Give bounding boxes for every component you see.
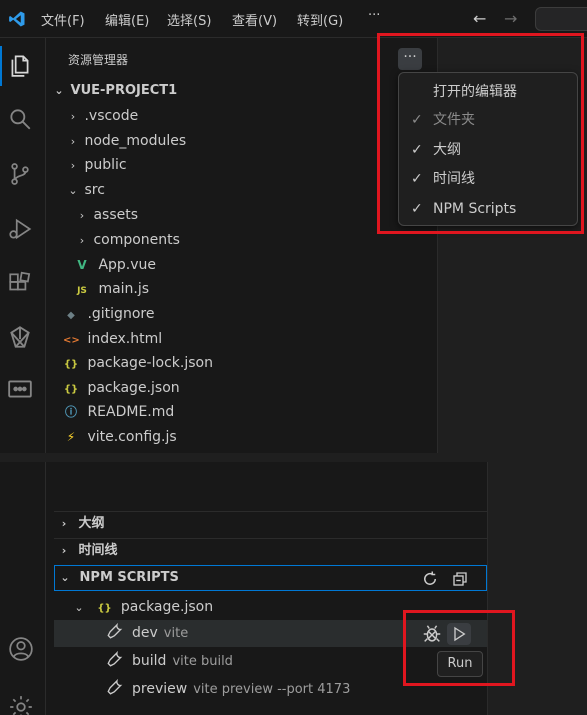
tree-item-label: node_modules (84, 133, 187, 149)
json-file-icon: {} (63, 359, 79, 370)
script-name: preview (132, 681, 188, 697)
menu-selection[interactable]: 选择(S) (167, 10, 211, 29)
js-file-icon: JS (77, 286, 87, 296)
command-center-input[interactable] (535, 7, 587, 31)
search-icon[interactable] (7, 106, 33, 132)
source-control-icon[interactable] (7, 161, 33, 187)
run-debug-icon[interactable] (7, 216, 33, 242)
wrench-icon (107, 622, 123, 639)
chevron-right-icon: › (79, 234, 85, 247)
script-name: build (132, 653, 167, 669)
git-file-icon: ◆ (67, 310, 75, 321)
tree-item[interactable]: › .vscode (66, 105, 138, 127)
tree-item-label: vite.config.js (87, 429, 177, 445)
tree-item-label: assets (93, 207, 139, 223)
tree-item[interactable]: V App.vue (74, 254, 156, 276)
script-command: vite (163, 626, 189, 641)
forward-arrow-icon[interactable]: → (504, 9, 517, 28)
tree-item[interactable]: › public (66, 154, 127, 176)
tree-item[interactable]: › assets (75, 204, 138, 226)
section-npm-scripts-header[interactable]: ⌄ NPM SCRIPTS (54, 565, 487, 591)
tree-item[interactable]: ◆ .gitignore (63, 303, 154, 325)
section-outline-header[interactable]: › 大纲 (54, 511, 487, 537)
tree-item[interactable]: ⚡ vite.config.js (63, 426, 177, 448)
tree-item-label: .gitignore (87, 306, 155, 322)
highlight-box (377, 33, 584, 234)
json-file-icon: {} (97, 603, 112, 614)
back-arrow-icon[interactable]: ← (473, 9, 486, 28)
menu-edit[interactable]: 编辑(E) (105, 10, 149, 29)
vue-file-icon: V (77, 258, 87, 272)
tree-item-label: public (84, 157, 127, 173)
chevron-right-icon: › (70, 110, 76, 123)
script-command: vite preview --port 4173 (193, 682, 351, 697)
menu-go[interactable]: 转到(G) (297, 10, 343, 29)
menu-file[interactable]: 文件(F) (41, 10, 85, 29)
menu-more-button[interactable]: ··· (368, 8, 380, 23)
extensions-icon[interactable] (7, 270, 33, 296)
workspace-root-label: VUE-PROJECT1 (70, 83, 178, 98)
refresh-icon[interactable] (421, 570, 439, 588)
vite-file-icon: ⚡ (66, 430, 76, 444)
activity-bar-lower (0, 462, 46, 715)
tree-item-label: main.js (98, 281, 150, 297)
chevron-down-icon: ⌄ (54, 84, 64, 97)
menu-view[interactable]: 查看(V) (232, 10, 277, 29)
tree-item[interactable]: JS main.js (74, 278, 149, 300)
workspace-root[interactable]: ⌄ VUE-PROJECT1 (52, 80, 177, 102)
wrench-icon (107, 650, 123, 667)
json-file-icon: {} (63, 384, 79, 395)
package-json-label: package.json (120, 599, 214, 615)
vscode-logo-icon (9, 11, 25, 27)
section-timeline-header[interactable]: › 时间线 (54, 538, 487, 564)
html-file-icon: <> (63, 335, 80, 346)
account-icon[interactable] (8, 636, 34, 662)
remote-explorer-icon[interactable] (7, 376, 33, 402)
tree-item-label: components (93, 232, 180, 248)
chevron-down-icon: ⌄ (68, 184, 78, 197)
chevron-right-icon: › (70, 135, 76, 148)
screenshot-separator (0, 453, 587, 462)
tree-item-label: App.vue (98, 257, 157, 273)
chevron-right-icon: › (70, 159, 76, 172)
tree-item-label: .vscode (84, 108, 139, 124)
script-name: dev (132, 625, 158, 641)
tree-item[interactable]: ⓘ README.md (63, 401, 174, 423)
tree-item-label: index.html (87, 331, 163, 347)
chevron-right-icon: › (61, 517, 67, 530)
tree-item[interactable]: ⌄ src (66, 179, 105, 201)
tree-item-label: src (84, 182, 105, 198)
tree-item[interactable]: {} package.json (63, 377, 180, 399)
extension-view-icon[interactable] (7, 324, 33, 350)
wrench-icon (107, 678, 123, 695)
activity-bar (0, 38, 46, 453)
chevron-right-icon: › (79, 209, 85, 222)
tree-item-label: README.md (87, 404, 175, 420)
highlight-box (403, 610, 515, 686)
collapse-all-icon[interactable] (451, 570, 469, 588)
explorer-files-icon[interactable] (7, 52, 33, 78)
chevron-down-icon: ⌄ (74, 601, 84, 614)
script-command: vite build (172, 654, 233, 669)
settings-gear-icon[interactable] (8, 694, 34, 715)
tree-item-label: package.json (87, 380, 180, 396)
tree-item[interactable]: <> index.html (63, 328, 162, 350)
tree-item[interactable]: › components (75, 229, 180, 251)
tree-item-label: package-lock.json (87, 355, 213, 371)
info-file-icon: ⓘ (64, 405, 77, 419)
chevron-right-icon: › (61, 544, 67, 557)
chevron-down-icon: ⌄ (60, 571, 70, 584)
tree-item[interactable]: › node_modules (66, 130, 186, 152)
tree-item[interactable]: {} package-lock.json (63, 352, 213, 374)
active-indicator (0, 46, 2, 86)
explorer-title: 资源管理器 (68, 53, 129, 67)
